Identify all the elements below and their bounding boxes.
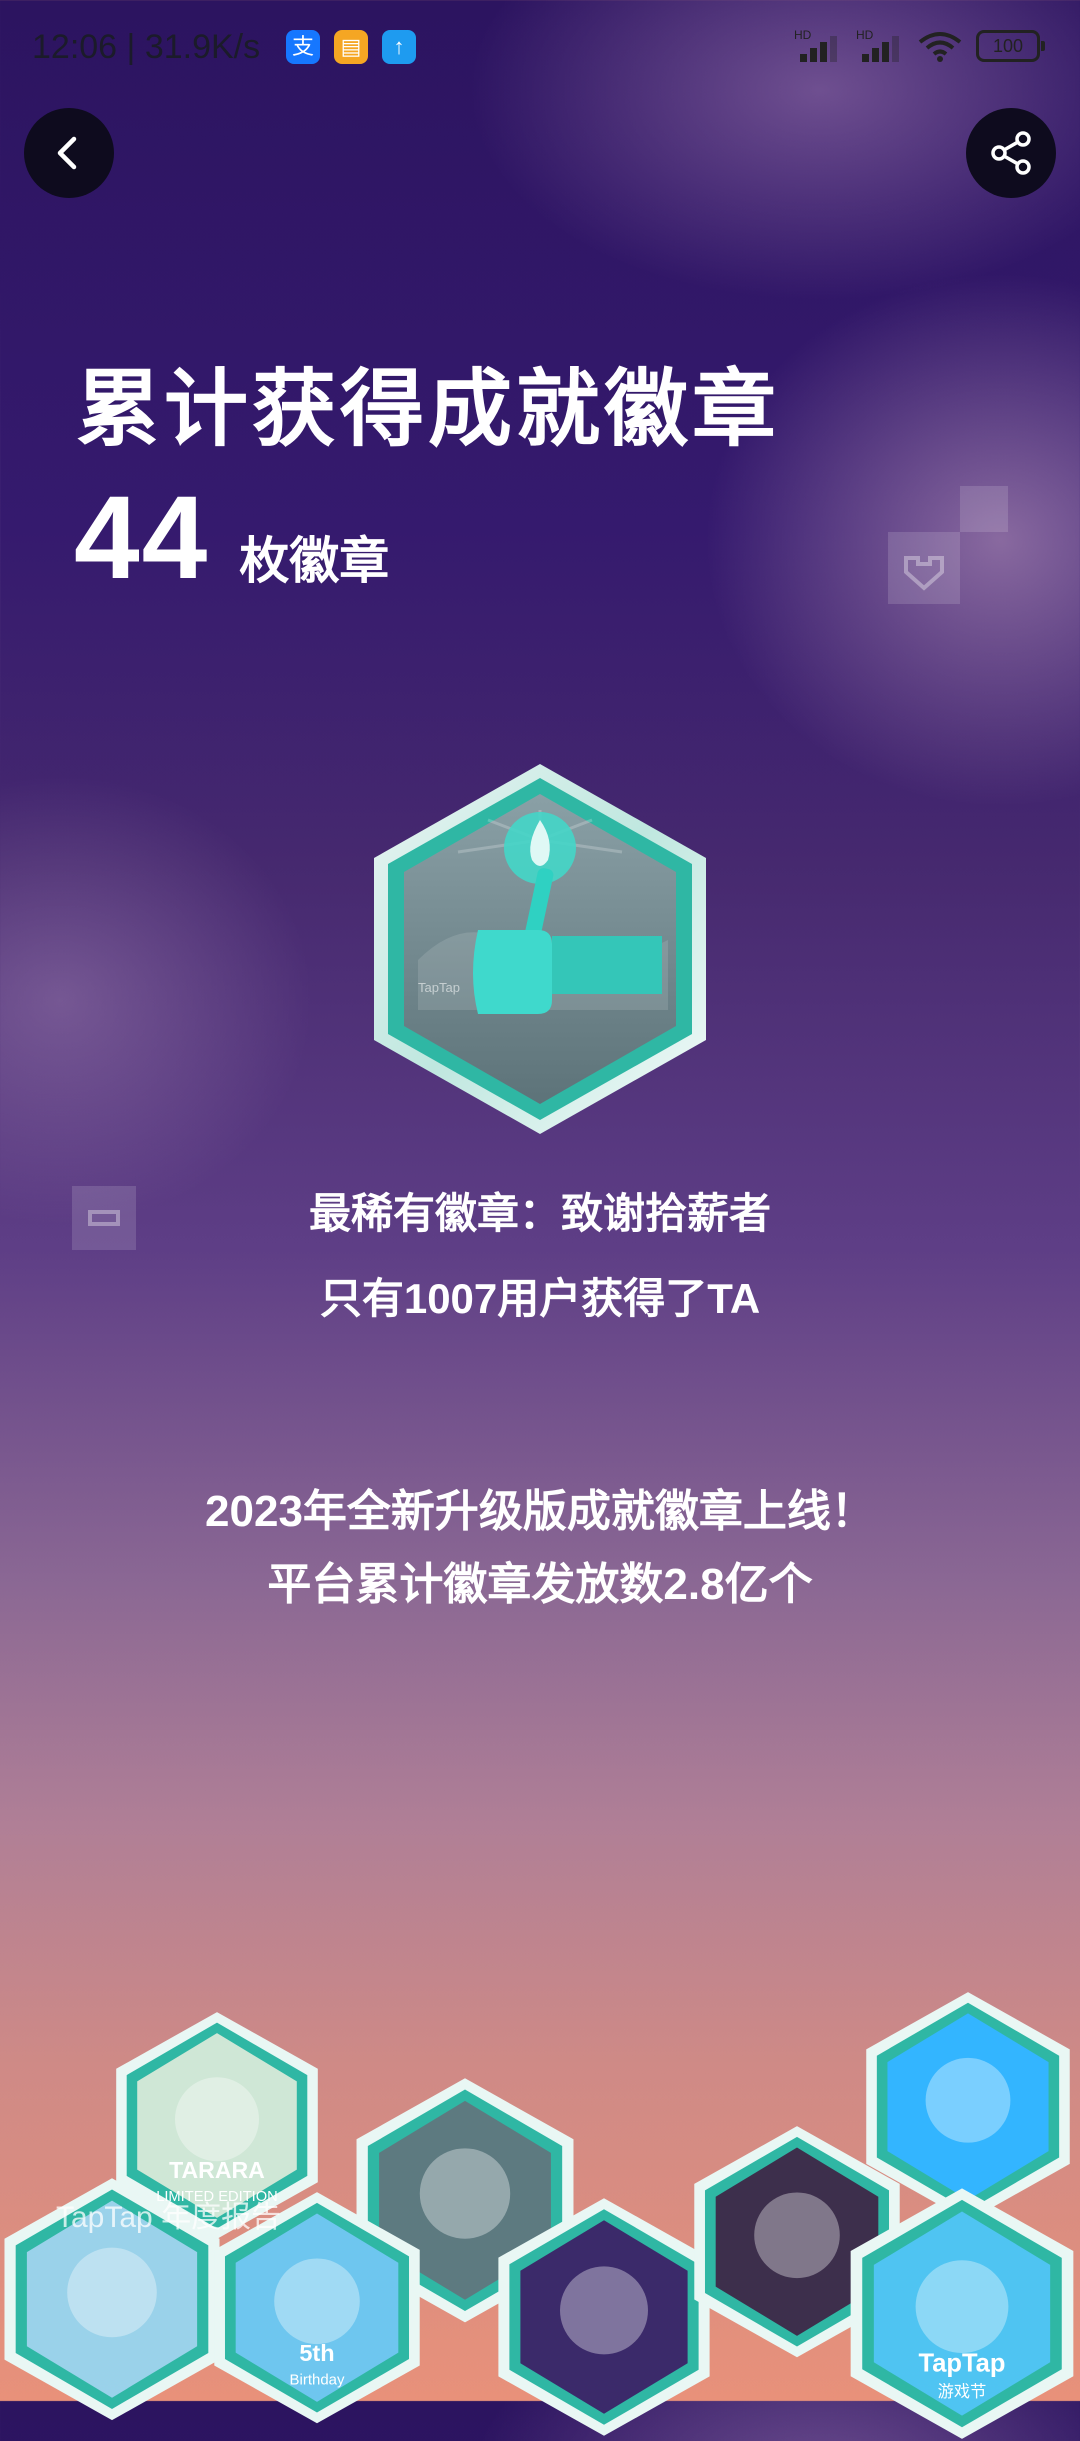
rarest-badge-title: 最稀有徽章：致谢拾薪者 xyxy=(308,1190,771,1237)
hooded-badge[interactable] xyxy=(494,2196,714,2438)
signal-icon: HD xyxy=(794,28,842,62)
festival-badge-label: TapTap xyxy=(919,2350,1006,2378)
badge-count-row: 44 枚徽章 xyxy=(74,470,389,606)
festival-badge-sublabel: 游戏节 xyxy=(938,2383,987,2401)
back-button[interactable] xyxy=(24,108,114,198)
page-title: 累计获得成就徽章 xyxy=(76,362,781,456)
birthday-badge-sublabel: Birthday xyxy=(290,2372,345,2389)
birthday-badge-label: 5th xyxy=(299,2340,334,2366)
signal-icon-2: HD xyxy=(856,28,904,62)
upload-icon: ↑ xyxy=(382,30,416,64)
rarest-badge-owners: 只有1007用户获得了TA xyxy=(319,1275,761,1322)
badge-logo-text: TapTap xyxy=(418,980,460,995)
chevron-left-icon xyxy=(57,136,77,170)
pixel-heart-decoration xyxy=(888,532,960,604)
notes-icon: ▤ xyxy=(334,30,368,64)
share-icon xyxy=(991,131,1031,175)
pixel-square-decoration xyxy=(960,486,1008,532)
festival-badge[interactable]: TapTap 游戏节 xyxy=(846,2186,1078,2441)
share-button[interactable] xyxy=(966,108,1056,198)
badge-count: 44 xyxy=(74,472,210,604)
battery-icon: 100 xyxy=(976,30,1045,62)
status-bar: 12:06 | 31.9K/s 支 ▤ ↑ HD HD 100 xyxy=(0,0,1080,96)
wifi-icon xyxy=(918,32,962,62)
featured-badge[interactable]: TapTap xyxy=(368,760,712,1138)
badge-count-unit: 枚徽章 xyxy=(239,533,390,589)
upgrade-notice: 2023年全新升级版成就徽章上线！ xyxy=(205,1487,875,1536)
watermark: TapTap 年度报告 xyxy=(56,2201,282,2234)
total-issued-notice: 平台累计徽章发放数2.8亿个 xyxy=(267,1560,813,1609)
alipay-icon: 支 xyxy=(286,30,320,64)
status-time: 12:06 | 31.9K/s xyxy=(32,28,261,66)
